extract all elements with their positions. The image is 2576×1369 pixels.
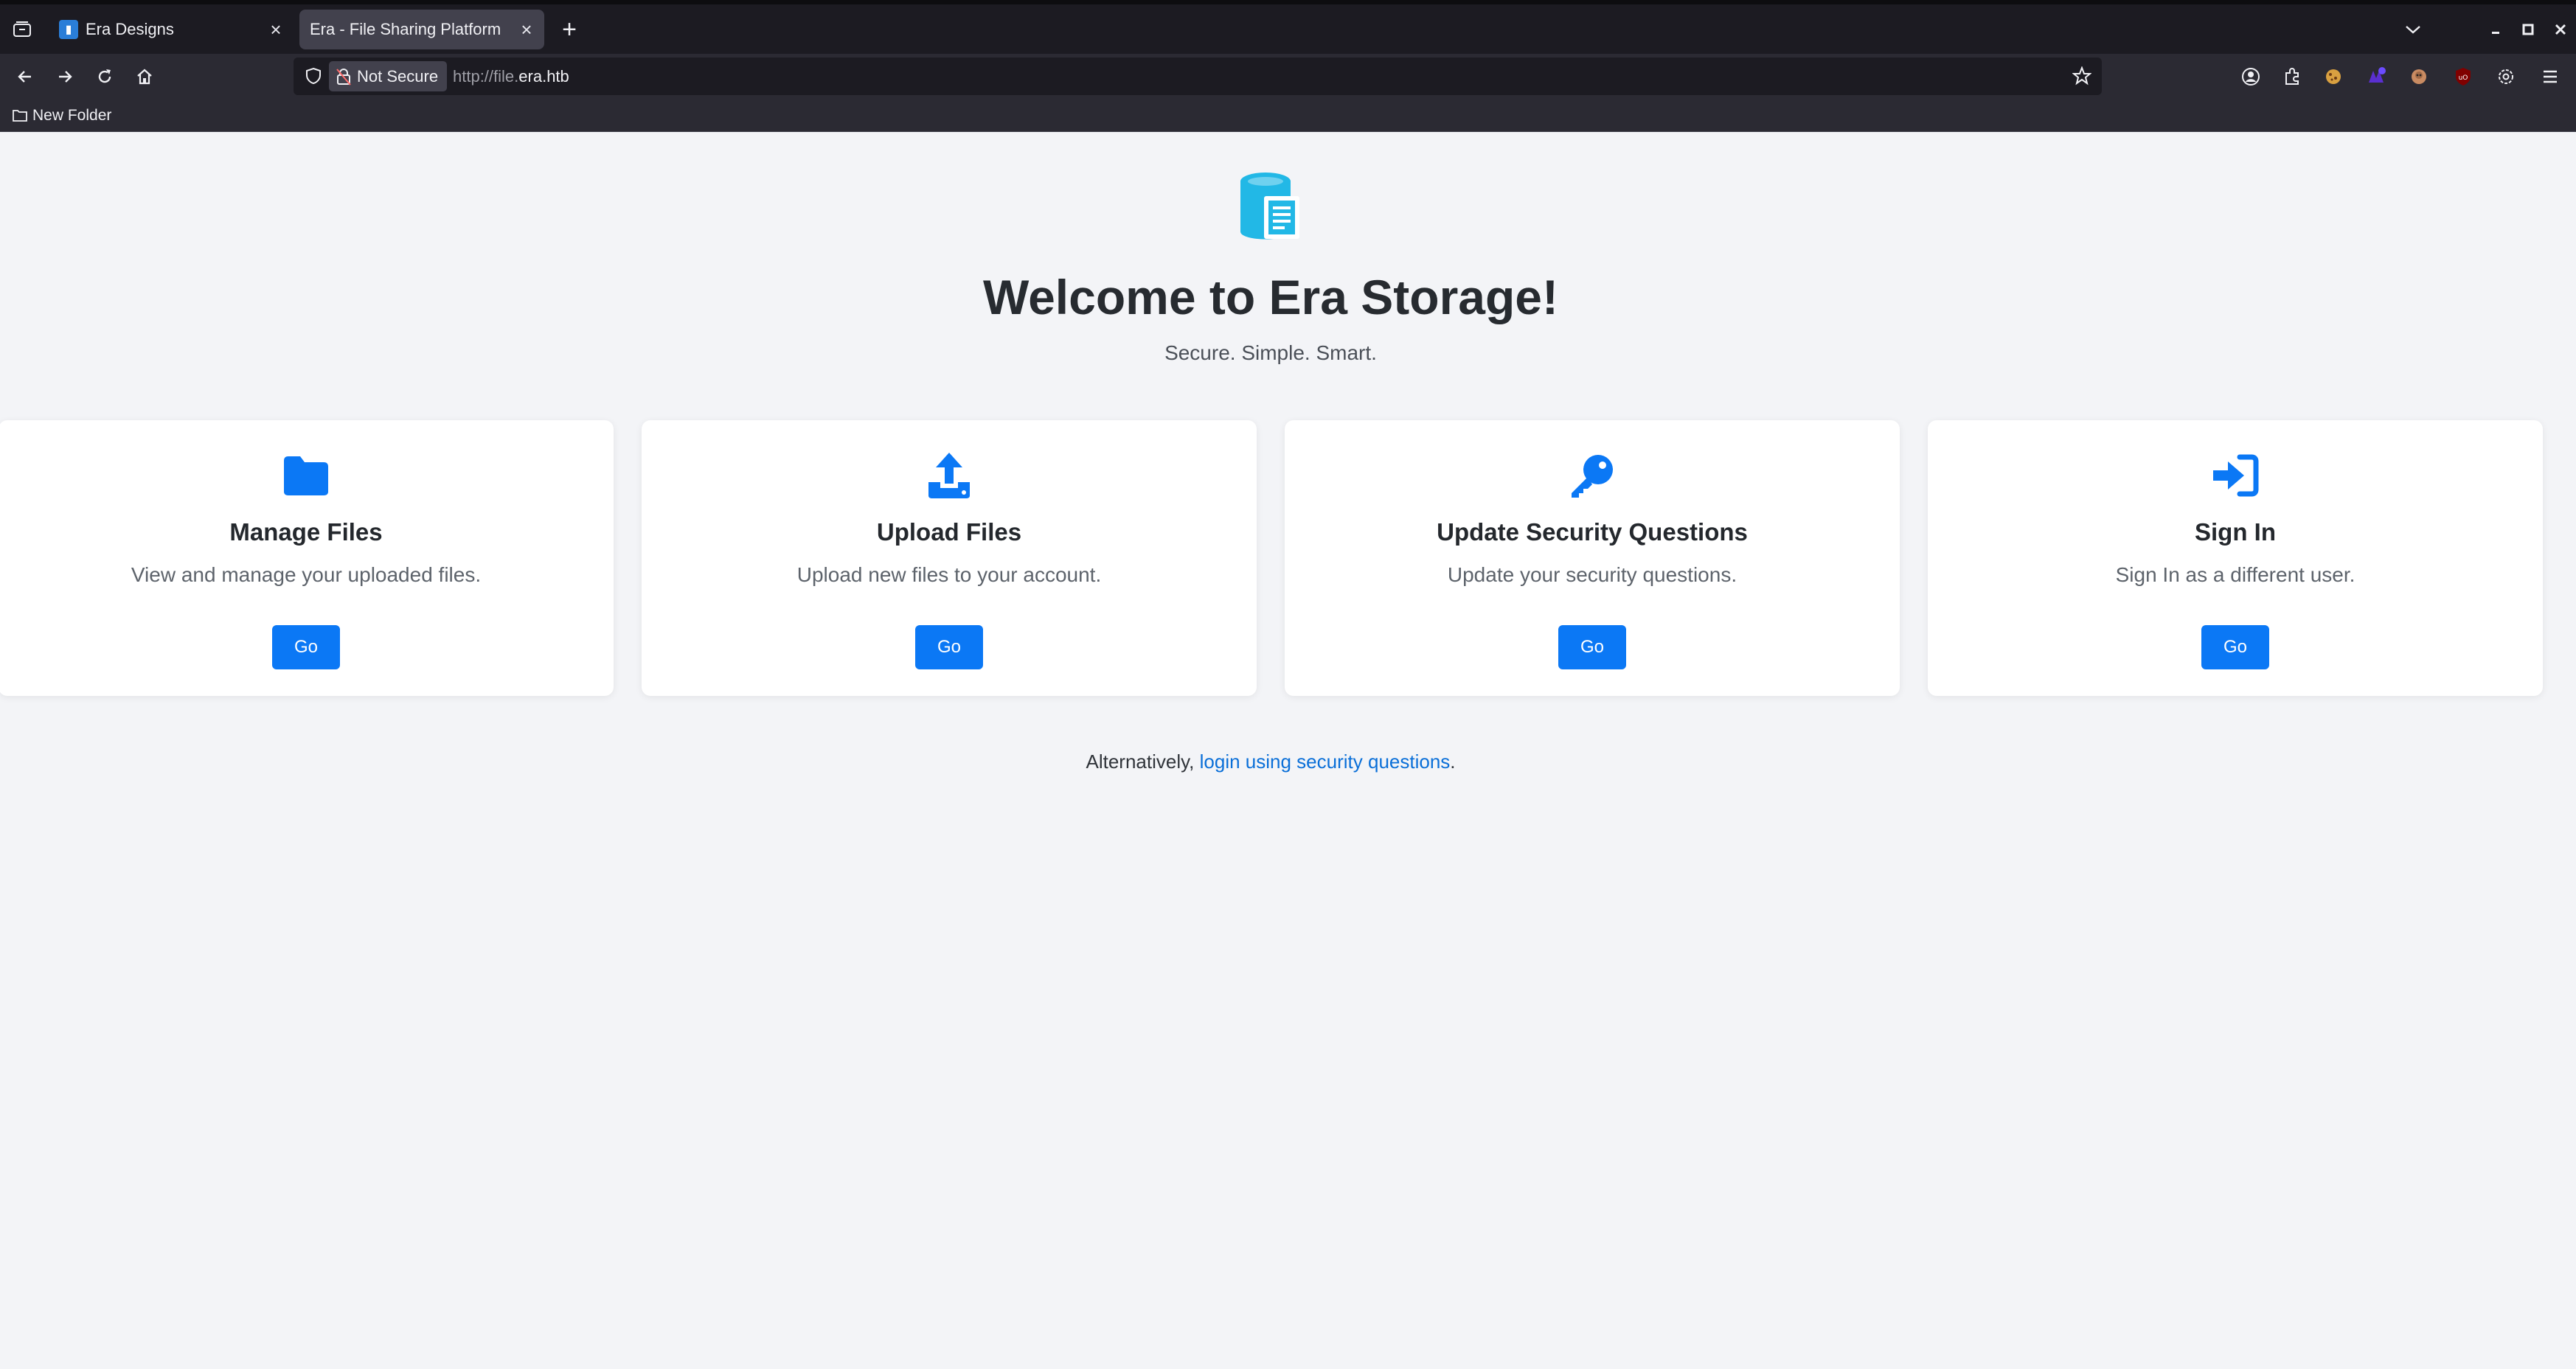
card-manage-files: Manage Files View and manage your upload… [0,420,614,696]
home-icon[interactable] [129,61,160,92]
not-secure-badge[interactable]: Not Secure [329,61,448,91]
forward-arrow-icon[interactable] [49,61,80,92]
tab-strip: ▮ Era Designs × Era - File Sharing Platf… [0,4,2576,54]
card-title: Upload Files [876,518,1022,546]
cookie-extension-icon[interactable] [2320,63,2347,90]
url-prefix: http://file. [453,66,519,86]
bookmarks-toolbar: New Folder [0,99,2576,132]
page-tagline: Secure. Simple. Smart. [1164,341,1377,364]
card-description: Update your security questions. [1447,563,1737,586]
card-title: Manage Files [229,518,383,546]
tab-title: Era Designs [86,20,174,38]
card-sign-in: Sign In Sign In as a different user. Go [1928,420,2543,696]
wappalyzer-extension-icon[interactable] [2363,63,2389,90]
tab-close-icon[interactable]: × [513,16,540,43]
reload-icon[interactable] [89,61,120,92]
tab-list-icon[interactable] [7,15,37,44]
era-designs-favicon-icon: ▮ [59,20,78,39]
manage-files-go-button[interactable]: Go [272,625,340,669]
svg-text:uO: uO [2459,74,2468,82]
bookmark-label: New Folder [32,107,112,124]
card-upload-files: Upload Files Upload new files to your ac… [642,420,1257,696]
alternative-suffix: . [1450,750,1456,773]
upload-icon [642,450,1257,501]
card-update-security-questions: Update Security Questions Update your se… [1285,420,1900,696]
folder-outline-icon [13,110,27,122]
extensions-puzzle-icon[interactable] [2279,63,2305,90]
sign-in-go-button[interactable]: Go [2201,625,2269,669]
card-description: Sign In as a different user. [2115,563,2355,586]
key-icon [1285,450,1900,501]
update-security-go-button[interactable]: Go [1558,625,1626,669]
ublock-origin-icon[interactable]: uO [2450,63,2476,90]
upload-files-go-button[interactable]: Go [915,625,983,669]
tab-era-file-sharing[interactable]: Era - File Sharing Platform × [299,10,544,49]
card-title: Update Security Questions [1437,518,1748,546]
settings-gear-icon[interactable] [2493,63,2519,90]
account-icon[interactable] [2237,63,2264,90]
alternative-prefix: Alternatively, [1086,750,1195,773]
folder-icon [0,450,614,501]
card-description: View and manage your uploaded files. [131,563,482,586]
minimize-icon[interactable] [2481,15,2510,44]
card-title: Sign In [2195,518,2276,546]
tab-title: Era - File Sharing Platform [310,20,501,38]
new-tab-plus-icon[interactable]: + [555,15,584,44]
url-text[interactable]: http://file. era.htb [453,58,569,95]
page-title: Welcome to Era Storage! [983,270,1558,324]
close-window-icon[interactable] [2546,15,2575,44]
tracking-shield-icon[interactable] [302,65,324,87]
tab-close-icon[interactable]: × [263,16,289,43]
avatar-extension-icon[interactable] [2406,63,2432,90]
menu-hamburger-icon[interactable] [2537,63,2563,90]
tab-era-designs[interactable]: ▮ Era Designs × [49,10,294,49]
storage-logo-icon [1236,170,1304,243]
bookmark-folder-new-folder[interactable]: New Folder [12,105,111,127]
insecure-lock-icon [336,68,351,86]
back-arrow-icon[interactable] [10,61,41,92]
page-content: Welcome to Era Storage! Secure. Simple. … [0,133,2576,1369]
card-description: Upload new files to your account. [796,563,1102,586]
maximize-icon[interactable] [2513,15,2543,44]
alternative-login-text: Alternatively, login using security ques… [0,750,2541,773]
url-bar[interactable]: Not Secure http://file. era.htb [294,58,2102,95]
navigation-toolbar: Not Secure http://file. era.htb uO [0,54,2576,99]
security-questions-login-link[interactable]: login using security questions [1200,750,1451,773]
not-secure-label: Not Secure [357,66,439,86]
sign-in-icon [1928,450,2543,501]
url-host: era.htb [518,66,569,86]
bookmark-star-icon[interactable] [2069,63,2094,88]
chevron-down-icon[interactable] [2398,15,2428,44]
